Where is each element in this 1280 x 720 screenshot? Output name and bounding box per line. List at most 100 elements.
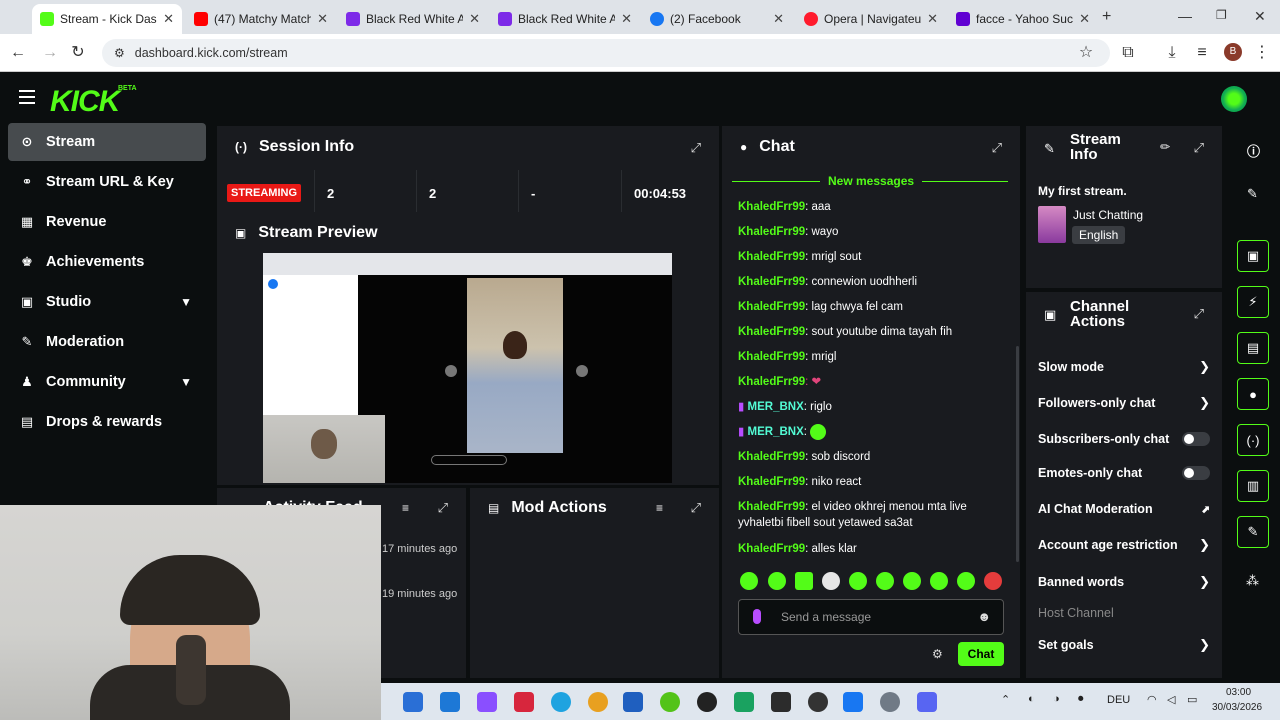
close-icon[interactable]: ✕ bbox=[621, 11, 632, 27]
rail-camera-button[interactable]: ▣ bbox=[1237, 240, 1269, 272]
taskbar-chrome-icon[interactable] bbox=[588, 692, 608, 712]
kick-logo[interactable]: KICK bbox=[50, 85, 120, 119]
popout-icon[interactable]: ⤢ bbox=[1194, 140, 1204, 156]
new-messages-divider[interactable]: New messages bbox=[820, 174, 923, 188]
download-icon[interactable]: ⤓ bbox=[1162, 43, 1182, 63]
sidebar-item-achievements[interactable]: ♚ Achievements bbox=[8, 243, 206, 281]
chat-username[interactable]: KhaledFrr99 bbox=[738, 226, 805, 238]
taskbar-discord-icon[interactable] bbox=[917, 692, 937, 712]
followers-only-row[interactable]: Followers-only chat ❯ bbox=[1038, 388, 1210, 418]
chat-username[interactable]: KhaledFrr99 bbox=[738, 476, 805, 488]
popout-icon[interactable]: ⤢ bbox=[438, 500, 448, 516]
chat-scrollbar[interactable] bbox=[1016, 346, 1019, 562]
extensions-icon[interactable]: ⧉ bbox=[1118, 43, 1138, 63]
popout-icon[interactable]: ⤢ bbox=[1194, 306, 1204, 322]
emote-icon[interactable] bbox=[768, 572, 786, 590]
popout-icon[interactable]: ⤢ bbox=[691, 500, 701, 516]
restore-icon[interactable]: ❐ bbox=[1216, 8, 1227, 22]
rail-chat-button[interactable]: ● bbox=[1237, 378, 1269, 410]
edit-pencil-icon[interactable]: ✎ bbox=[1247, 186, 1258, 202]
sidebar-item-community[interactable]: ♟ Community ▼ bbox=[8, 363, 206, 401]
close-icon[interactable]: ✕ bbox=[1079, 11, 1090, 27]
tray-chevron-icon[interactable]: ⌃ bbox=[1001, 693, 1010, 706]
chat-username[interactable]: KhaledFrr99 bbox=[738, 543, 805, 555]
taskbar-app-icon[interactable] bbox=[440, 692, 460, 712]
taskbar-app-icon[interactable] bbox=[514, 692, 534, 712]
volume-icon[interactable]: ◁ bbox=[1167, 693, 1175, 706]
emote-icon[interactable] bbox=[876, 572, 894, 590]
chat-username[interactable]: KhaledFrr99 bbox=[738, 301, 805, 313]
window-close-icon[interactable]: ✕ bbox=[1254, 8, 1266, 25]
taskbar-edge-icon[interactable] bbox=[551, 692, 571, 712]
popout-icon[interactable]: ⤢ bbox=[992, 140, 1002, 156]
tray-icon[interactable]: ◐ bbox=[1028, 693, 1035, 705]
taskbar-app-icon[interactable] bbox=[477, 692, 497, 712]
chat-username[interactable]: KhaledFrr99 bbox=[738, 376, 805, 388]
taskbar-app-icon[interactable] bbox=[403, 692, 423, 712]
close-icon[interactable]: ✕ bbox=[317, 11, 328, 27]
sidebar-item-stream[interactable]: ⊙ Stream bbox=[8, 123, 206, 161]
emote-icon[interactable] bbox=[795, 572, 813, 590]
tray-icon[interactable]: ◑ bbox=[1053, 693, 1060, 705]
media-icon[interactable]: ≡ bbox=[1192, 43, 1212, 63]
taskbar-settings-icon[interactable] bbox=[880, 692, 900, 712]
emote-icon[interactable] bbox=[849, 572, 867, 590]
emote-icon[interactable] bbox=[740, 572, 758, 590]
taskbar-app-icon[interactable] bbox=[660, 692, 680, 712]
battery-icon[interactable]: ▭ bbox=[1187, 693, 1197, 706]
taskbar-app-icon[interactable] bbox=[771, 692, 791, 712]
chat-username[interactable]: KhaledFrr99 bbox=[738, 276, 805, 288]
sidebar-item-stream-url[interactable]: ⚭ Stream URL & Key bbox=[8, 163, 206, 201]
chat-username[interactable]: KhaledFrr99 bbox=[738, 326, 805, 338]
chat-input[interactable]: Send a message ☻ bbox=[738, 599, 1004, 635]
sidebar-item-moderation[interactable]: ✎ Moderation bbox=[8, 323, 206, 361]
sidebar-item-drops[interactable]: ▤ Drops & rewards bbox=[8, 403, 206, 441]
profile-avatar[interactable]: B bbox=[1224, 43, 1242, 61]
back-icon[interactable]: ← bbox=[8, 43, 28, 63]
emotes-only-toggle[interactable] bbox=[1182, 466, 1210, 480]
chat-username[interactable]: KhaledFrr99 bbox=[738, 251, 805, 263]
filter-icon[interactable]: ≡ bbox=[402, 501, 409, 515]
tab-yahoo[interactable]: facce - Yahoo Suche ✕ bbox=[948, 4, 1098, 34]
chat-username[interactable]: KhaledFrr99 bbox=[738, 501, 805, 513]
rail-broadcast-button[interactable]: (·) bbox=[1237, 424, 1269, 456]
tab-kick[interactable]: Stream - Kick Dashbo ✕ bbox=[32, 4, 182, 34]
bookmark-star-icon[interactable]: ☆ bbox=[1076, 43, 1096, 63]
emote-icon[interactable] bbox=[930, 572, 948, 590]
chat-settings-icon[interactable]: ⚙ bbox=[932, 647, 943, 661]
hamburger-menu-icon[interactable] bbox=[19, 90, 35, 104]
filter-icon[interactable]: ≡ bbox=[656, 501, 663, 515]
language-indicator[interactable]: DEU bbox=[1107, 694, 1130, 706]
popout-icon[interactable]: ⤢ bbox=[691, 140, 701, 156]
taskbar-word-icon[interactable] bbox=[623, 692, 643, 712]
tab-canva-2[interactable]: Black Red White Anim ✕ bbox=[490, 4, 640, 34]
rail-document-button[interactable]: ▤ bbox=[1237, 332, 1269, 364]
taskbar-obs-icon[interactable] bbox=[697, 692, 717, 712]
tab-canva-1[interactable]: Black Red White Anim ✕ bbox=[338, 4, 488, 34]
emote-icon[interactable] bbox=[822, 572, 840, 590]
minimize-icon[interactable]: — bbox=[1178, 8, 1192, 24]
emote-icon[interactable] bbox=[903, 572, 921, 590]
tab-youtube[interactable]: (47) Matchy Matchy ✕ bbox=[186, 4, 336, 34]
category-name[interactable]: Just Chatting bbox=[1073, 208, 1143, 222]
chat-username[interactable]: MER_BNX bbox=[748, 426, 804, 438]
close-icon[interactable]: ✕ bbox=[773, 11, 784, 27]
tab-opera[interactable]: Opera | Navigateur ✕ bbox=[796, 4, 946, 34]
sidebar-item-revenue[interactable]: ▦ Revenue bbox=[8, 203, 206, 241]
rail-wrench-button[interactable]: ✎ bbox=[1237, 516, 1269, 548]
rail-layout-button[interactable]: ▥ bbox=[1237, 470, 1269, 502]
close-icon[interactable]: ✕ bbox=[927, 11, 938, 27]
wifi-icon[interactable]: ◠ bbox=[1147, 693, 1157, 706]
emote-icon[interactable] bbox=[957, 572, 975, 590]
tab-facebook[interactable]: (2) Facebook ✕ bbox=[642, 4, 792, 34]
new-tab-button[interactable]: + bbox=[1102, 8, 1111, 26]
taskbar-app-icon[interactable] bbox=[843, 692, 863, 712]
edit-pencil-icon[interactable]: ✏ bbox=[1160, 140, 1170, 154]
site-info-icon[interactable]: ⚙ bbox=[114, 46, 125, 60]
banned-words-row[interactable]: Banned words ❯ bbox=[1038, 567, 1210, 597]
account-age-row[interactable]: Account age restriction ❯ bbox=[1038, 530, 1210, 560]
forward-icon[interactable]: → bbox=[40, 43, 60, 63]
url-input[interactable]: ⚙ dashboard.kick.com/stream bbox=[102, 39, 1110, 67]
send-chat-button[interactable]: Chat bbox=[958, 642, 1004, 666]
clock-time[interactable]: 03:00 bbox=[1226, 687, 1251, 698]
